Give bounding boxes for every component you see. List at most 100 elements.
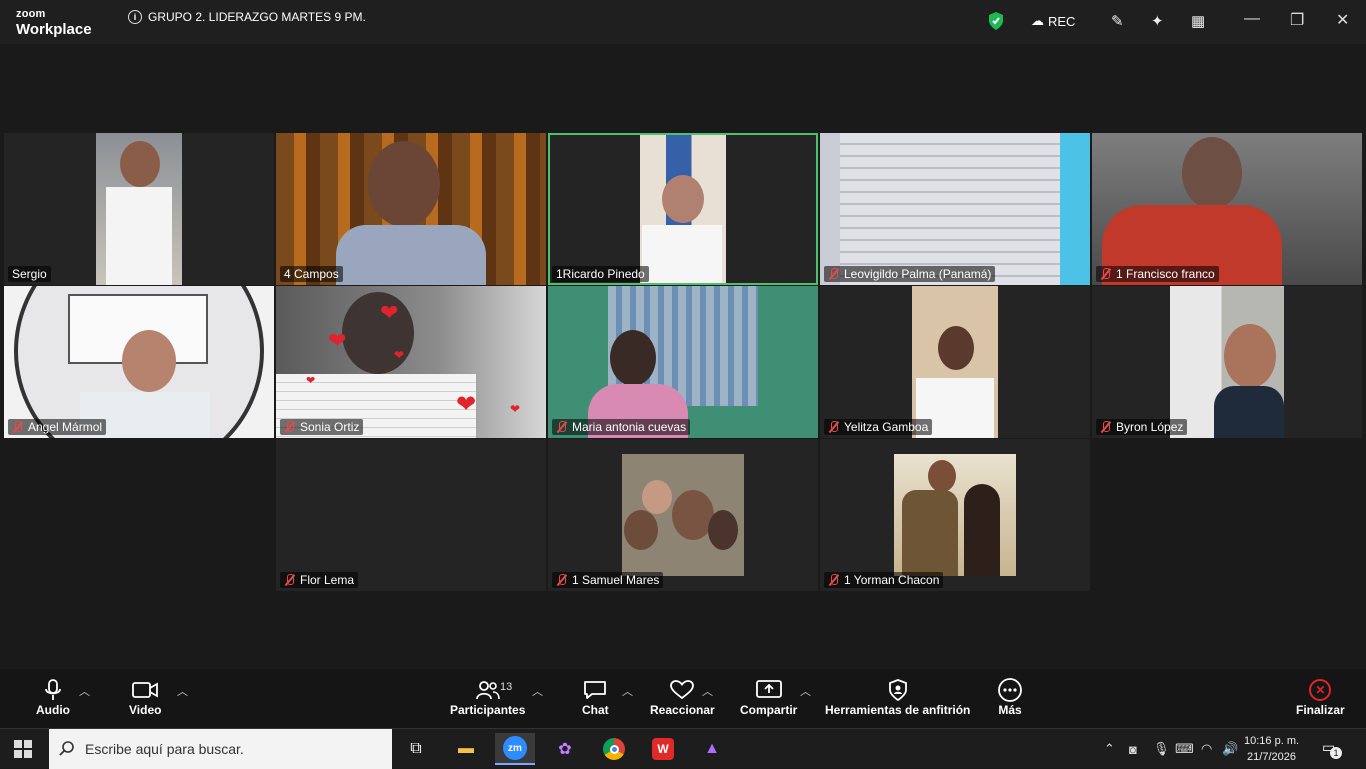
video-feed [4,286,274,438]
task-view-icon[interactable]: ⧉ [396,733,436,765]
react-options-caret-icon[interactable]: ︿ [702,683,713,699]
zoom-app-label: zm [503,736,527,760]
file-explorer-icon[interactable]: ▬ [446,733,486,765]
participant-name-tag: 4 Campos [280,266,343,282]
participant-tile[interactable]: Angel Mármol [4,286,274,438]
muted-mic-icon [1100,268,1112,280]
muted-mic-icon [556,574,568,586]
host-tools-button[interactable]: Herramientas de anfitrión [825,677,970,717]
share-label: Compartir [740,703,798,717]
participant-name: Flor Lema [300,573,355,587]
taskbar-search-box[interactable]: Escribe aquí para buscar. [49,729,392,769]
video-feed [1170,286,1284,438]
video-feed [96,133,182,285]
participant-name: Angel Mármol [28,420,103,434]
participant-tile[interactable]: Maria antonia cuevas [548,286,818,438]
participant-tile-active-speaker[interactable]: 1Ricardo Pinedo [548,133,818,285]
participant-name: 1Ricardo Pinedo [556,267,645,281]
participant-name: Maria antonia cuevas [572,420,687,434]
share-options-caret-icon[interactable]: ︿ [800,683,811,699]
minimize-icon[interactable]: — [1244,10,1260,28]
view-grid-icon[interactable]: ▦ [1191,8,1205,34]
video-feed: ❤ ❤ ❤ ❤ ❤ ❤ [276,286,546,438]
participant-name: 1 Francisco franco [1116,267,1215,281]
participant-tile[interactable]: Byron López [1092,286,1362,438]
reaction-heart-icon: ❤ [306,375,316,387]
more-button[interactable]: Más [998,677,1022,717]
logo-bottom-text: Workplace [16,21,92,38]
volume-icon[interactable]: 🔊 [1222,729,1238,769]
encryption-shield-icon[interactable] [987,8,1005,34]
participants-count: 13 [500,681,513,693]
participant-name-tag: Maria antonia cuevas [552,419,691,435]
video-options-caret-icon[interactable]: ︿ [177,683,188,699]
participant-name-tag: Yelitza Gamboa [824,419,933,435]
chrome-icon[interactable] [594,733,634,765]
restore-icon[interactable]: ❐ [1290,10,1304,30]
participant-name-tag: 1 Yorman Chacon [824,572,944,588]
wps-office-icon[interactable]: W [643,733,683,765]
app-triangle-icon[interactable]: ▲ [692,733,732,765]
document-paper [840,133,1060,285]
notifications-icon[interactable]: ▭ 1 [1322,739,1342,759]
annotate-icon[interactable]: ✎ [1111,8,1124,34]
participants-button[interactable]: Participantes [450,677,525,717]
participants-options-caret-icon[interactable]: ︿ [532,683,543,699]
zoom-taskbar-icon[interactable]: zm [495,733,535,765]
cloud-recording-indicator[interactable]: ☁ REC [1031,8,1075,34]
participant-name-tag: Leovigildo Palma (Panamá) [824,266,996,282]
participant-tile[interactable]: 1 Yorman Chacon [820,439,1090,591]
participant-tile[interactable]: 1 Samuel Mares [548,439,818,591]
chat-button[interactable]: Chat [582,677,609,717]
reaction-heart-icon: ❤ [510,402,521,416]
participant-tile[interactable]: 1 Francisco franco [1092,133,1362,285]
participant-tile[interactable]: Leovigildo Palma (Panamá) [820,133,1090,285]
paper [106,187,172,285]
microphone-tray-icon[interactable]: 🎙 [1153,729,1170,769]
share-screen-button[interactable]: Compartir [740,677,797,717]
end-meeting-button[interactable]: ✕ Finalizar [1296,677,1345,717]
video-gallery: Sergio 4 Campos 1Ricardo Pinedo Leovigil… [0,44,1366,669]
reaction-heart-icon: ❤ [380,300,399,325]
close-icon[interactable]: ✕ [1336,10,1349,30]
audio-label: Audio [36,703,70,717]
taskbar-clock[interactable]: 10:16 p. m. 21/7/2026 [1244,733,1299,765]
participant-name: Yelitza Gamboa [844,420,929,434]
muted-mic-icon [828,574,840,586]
clock-time: 10:16 p. m. [1244,735,1300,747]
participant-name-tag: 1Ricardo Pinedo [552,266,649,282]
rec-label: REC [1048,13,1076,29]
audio-options-caret-icon[interactable]: ︿ [79,683,90,699]
zoom-logo: zoom Workplace [16,8,92,38]
ai-companion-icon[interactable]: ✦ [1151,8,1164,34]
camera-tray-icon[interactable]: ◙ [1129,729,1137,769]
profile-picture [894,454,1016,576]
participant-tile[interactable]: Sergio [4,133,274,285]
participant-tile[interactable]: ❤ ❤ ❤ ❤ ❤ ❤ Sonia Ortiz [276,286,546,438]
info-icon[interactable]: i [128,10,142,24]
windows-start-icon[interactable] [14,740,32,758]
participant-tile[interactable]: Yelitza Gamboa [820,286,1090,438]
input-language-icon[interactable]: ⌨ [1175,729,1194,769]
show-hidden-icons-icon[interactable]: ⌃ [1104,729,1115,769]
participant-tile[interactable]: Flor Lema [276,439,546,591]
participants-icon [475,677,501,703]
video-feed [640,135,726,283]
shield-icon [888,677,908,703]
title-bar: zoom Workplace i GRUPO 2. LIDERAZGO MART… [0,0,1366,44]
video-button[interactable]: Video [129,677,161,717]
app-icon[interactable]: ✿ [545,733,585,765]
participant-name-tag: Sergio [8,266,51,282]
audio-button[interactable]: Audio [36,677,70,717]
video-feed [1092,133,1362,285]
reaction-heart-icon: ❤ [328,328,347,353]
meeting-title: GRUPO 2. LIDERAZGO MARTES 9 PM. [148,10,366,24]
participant-name: Byron López [1116,420,1184,434]
more-dots-icon [998,677,1022,703]
chat-options-caret-icon[interactable]: ︿ [622,683,633,699]
meeting-info[interactable]: i GRUPO 2. LIDERAZGO MARTES 9 PM. [128,10,366,24]
host-tools-label: Herramientas de anfitrión [825,703,971,717]
wifi-icon[interactable]: ◠ [1201,729,1212,769]
logo-top-text: zoom [16,8,46,20]
participant-tile[interactable]: 4 Campos [276,133,546,285]
